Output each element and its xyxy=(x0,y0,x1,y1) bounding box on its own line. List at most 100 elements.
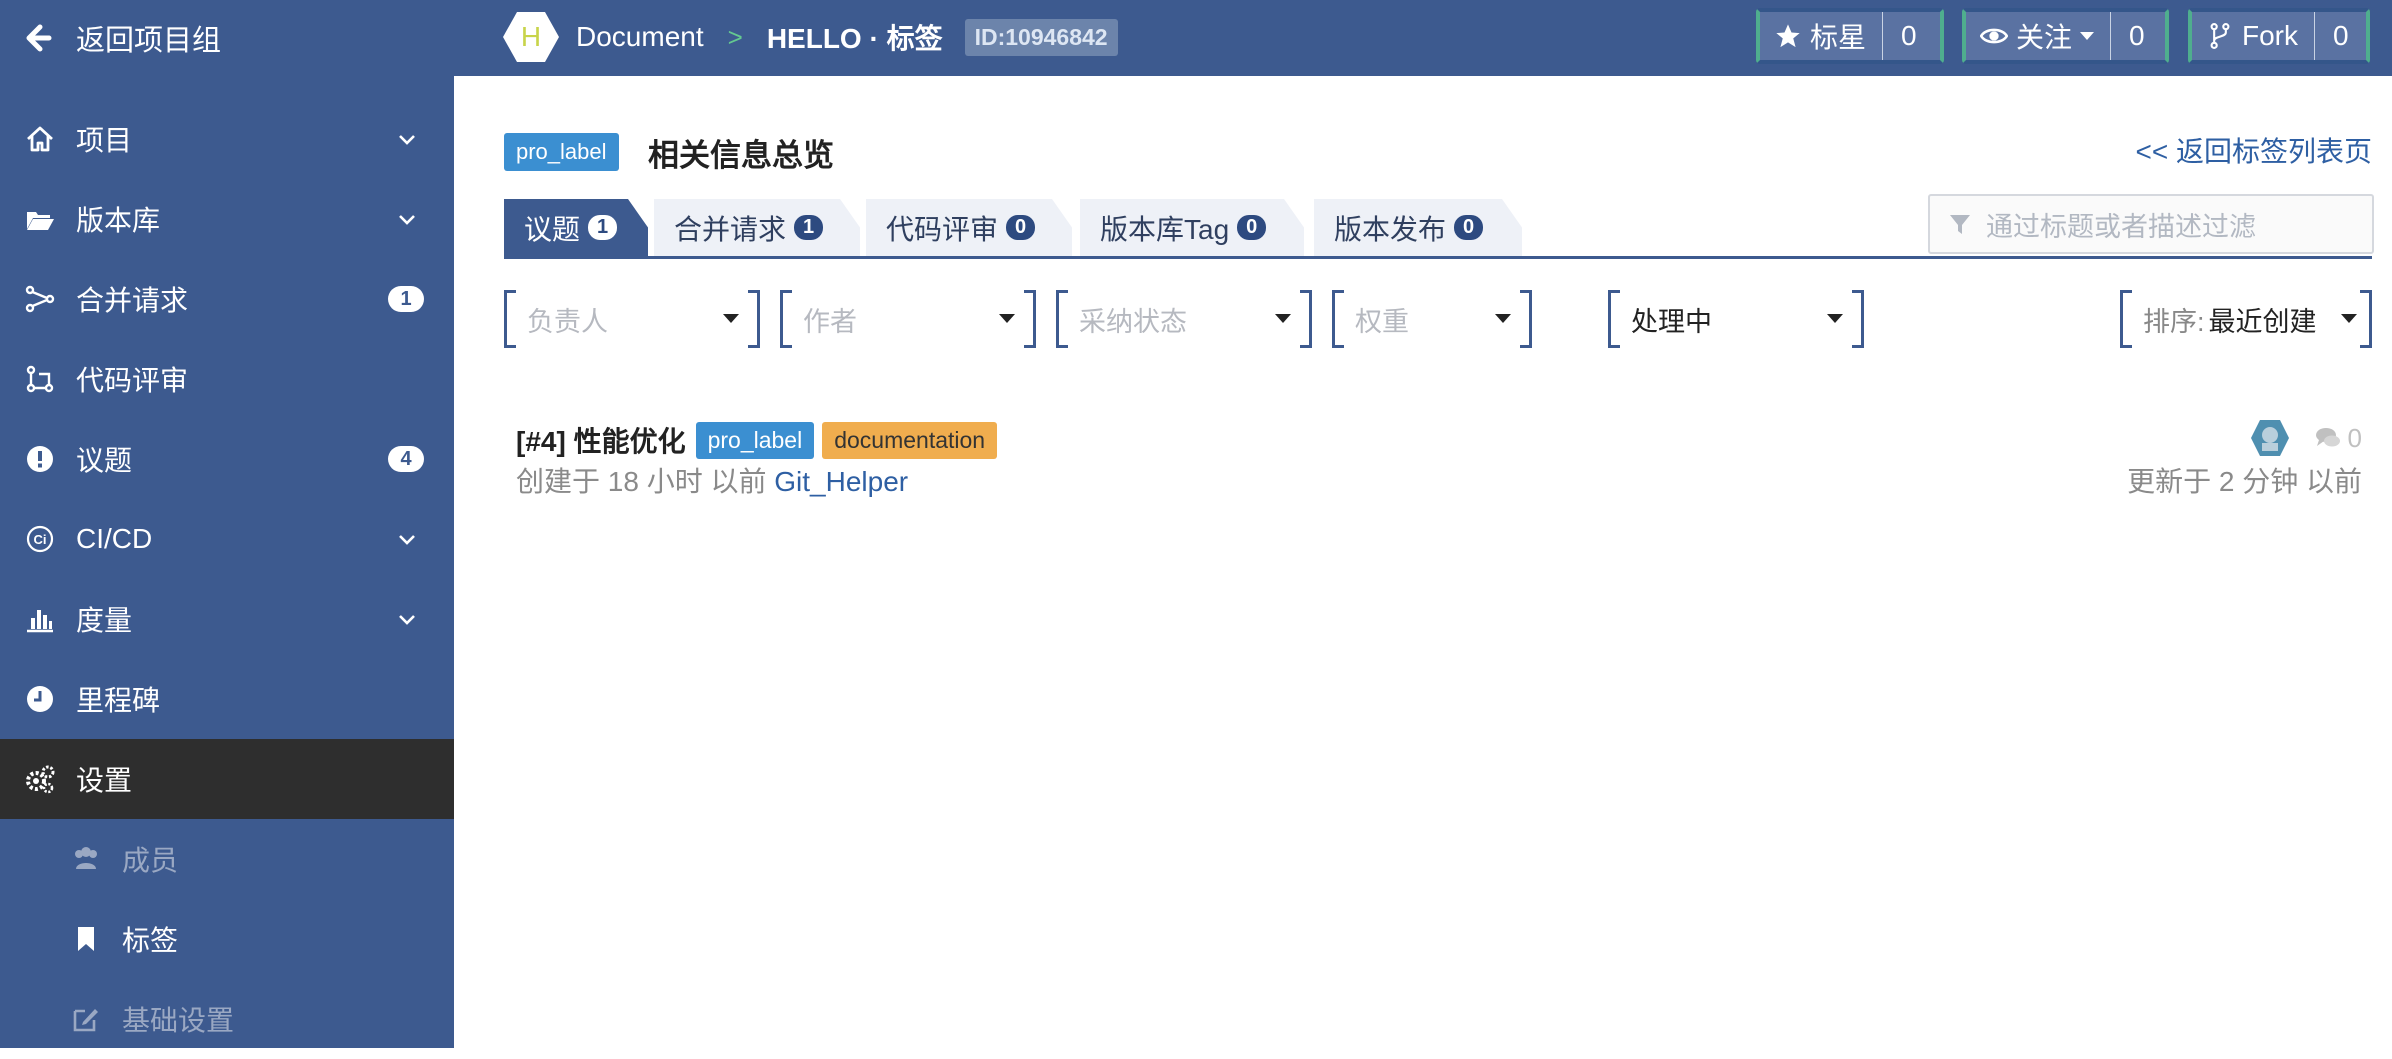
chevron-down-icon xyxy=(399,215,415,225)
issue-side-info: 0 xyxy=(2250,418,2362,458)
sidebar-item-label: 版本库 xyxy=(76,205,161,236)
svg-text:Ci: Ci xyxy=(34,532,47,547)
tab-code-review[interactable]: 代码评审 0 xyxy=(866,199,1072,256)
sidebar-item-cicd[interactable]: Ci CI/CD xyxy=(0,499,454,579)
sidebar-item-issues[interactable]: 议题 4 xyxy=(0,419,454,499)
tab-label: 合并请求 xyxy=(674,213,787,245)
sidebar-subitem-basic-settings[interactable]: 基础设置 xyxy=(0,979,454,1059)
tab-count: 0 xyxy=(1006,215,1035,240)
sidebar-item-settings[interactable]: 设置 xyxy=(0,739,454,819)
sidebar-item-code-review[interactable]: 代码评审 xyxy=(0,339,454,419)
sidebar-subitem-label: 基础设置 xyxy=(122,1005,235,1036)
back-label: 返回项目组 xyxy=(76,25,222,57)
sort-prefix: 排序: xyxy=(2143,306,2205,337)
tab-repo-tags[interactable]: 版本库Tag 0 xyxy=(1080,199,1304,256)
tab-label: 版本库Tag xyxy=(1100,213,1230,245)
svg-text:H: H xyxy=(521,21,541,52)
sidebar-item-label: 度量 xyxy=(76,605,133,636)
sidebar-item-label: 合并请求 xyxy=(76,285,189,316)
star-button[interactable]: 标星 0 xyxy=(1756,8,1944,64)
filter-input[interactable]: 通过标题或者描述过滤 xyxy=(1928,194,2374,254)
merge-request-icon xyxy=(24,283,56,315)
fork-button[interactable]: Fork 0 xyxy=(2188,8,2370,64)
bookmark-icon xyxy=(78,927,94,951)
sidebar-subitem-labels[interactable]: 标签 xyxy=(0,899,454,979)
issue-title-link[interactable]: [#4] 性能优化 xyxy=(516,420,686,460)
home-icon xyxy=(24,123,56,155)
issue-updated: 更新于 2 分钟 以前 xyxy=(2127,466,2362,497)
ci-icon: Ci xyxy=(24,523,56,555)
caret-down-icon xyxy=(723,314,739,323)
watch-button[interactable]: 关注 0 xyxy=(1962,8,2169,64)
dropdown-label: 负责人 xyxy=(527,306,608,337)
comment-count-value: 0 xyxy=(2347,422,2362,453)
count-badge: 1 xyxy=(388,286,424,312)
tab-count: 0 xyxy=(1237,215,1266,240)
eye-icon xyxy=(1980,28,2008,44)
sidebar-item-label: CI/CD xyxy=(76,523,153,554)
issue-label-chip[interactable]: documentation xyxy=(822,421,998,459)
tab-count: 0 xyxy=(1454,215,1483,240)
tab-label: 代码评审 xyxy=(886,213,999,245)
back-to-labels-link[interactable]: << 返回标签列表页 xyxy=(2136,130,2372,170)
issue-title: [#4] 性能优化 pro_label documentation xyxy=(516,420,998,460)
back-to-group-link[interactable]: 返回项目组 xyxy=(22,0,221,76)
avatar[interactable] xyxy=(2250,418,2290,458)
breadcrumb-current: HELLO · 标签 xyxy=(766,23,943,54)
tab-count: 1 xyxy=(588,215,617,240)
filter-icon xyxy=(1950,215,1970,234)
project-id-badge: ID:10946842 xyxy=(964,18,1118,56)
caret-down-icon xyxy=(1495,314,1511,323)
folder-open-icon xyxy=(24,203,56,235)
tab-releases[interactable]: 版本发布 0 xyxy=(1314,199,1522,256)
sidebar-item-milestones[interactable]: 里程碑 xyxy=(0,659,454,739)
sort-dropdown[interactable]: 排序: 最近创建 xyxy=(2120,290,2372,348)
star-label: 标星 xyxy=(1810,22,1867,53)
sidebar-subitem-members[interactable]: 成员 xyxy=(0,819,454,899)
author-dropdown[interactable]: 作者 xyxy=(780,290,1036,348)
sort-value: 最近创建 xyxy=(2208,306,2317,337)
tab-count: 1 xyxy=(794,215,823,240)
clock-icon xyxy=(24,683,56,715)
comments-icon xyxy=(2315,428,2340,447)
sidebar-item-project[interactable]: 项目 xyxy=(0,99,454,179)
label-chip: pro_label xyxy=(504,133,619,171)
status-dropdown[interactable]: 处理中 xyxy=(1608,290,1864,348)
sidebar-item-label: 里程碑 xyxy=(76,685,161,716)
sidebar-item-metrics[interactable]: 度量 xyxy=(0,579,454,659)
sidebar-item-label: 代码评审 xyxy=(76,365,189,396)
chevron-down-icon xyxy=(399,615,415,625)
issue-label-chip[interactable]: pro_label xyxy=(695,421,815,459)
sidebar-subitem-label: 标签 xyxy=(122,925,179,956)
chevron-down-icon xyxy=(399,535,415,545)
sidebar-item-merge-requests[interactable]: 合并请求 1 xyxy=(0,259,454,339)
dropdown-label: 作者 xyxy=(803,306,857,337)
sidebar-item-label: 项目 xyxy=(76,125,133,156)
breadcrumb-separator: > xyxy=(727,21,743,52)
code-review-icon xyxy=(24,363,56,395)
caret-down-icon xyxy=(999,314,1015,323)
dropdown-value: 处理中 xyxy=(1631,306,1712,337)
count-badge: 4 xyxy=(388,446,424,472)
star-icon xyxy=(1776,24,1800,48)
adoption-status-dropdown[interactable]: 采纳状态 xyxy=(1056,290,1312,348)
breadcrumb-group[interactable]: Document xyxy=(576,21,704,53)
weight-dropdown[interactable]: 权重 xyxy=(1332,290,1532,348)
tab-merge-requests[interactable]: 合并请求 1 xyxy=(654,199,860,256)
breadcrumb: Document > HELLO · 标签 ID:10946842 xyxy=(576,0,1118,74)
page-title: 相关信息总览 xyxy=(648,138,834,173)
fork-label: Fork xyxy=(2242,20,2298,51)
sidebar-item-repository[interactable]: 版本库 xyxy=(0,179,454,259)
issue-created: 创建于 18 小时 以前 xyxy=(516,466,767,497)
sidebar-item-label: 设置 xyxy=(76,765,133,796)
sidebar-item-label: 议题 xyxy=(76,445,133,476)
issue-author-link[interactable]: Git_Helper xyxy=(774,466,908,497)
tab-issues[interactable]: 议题 1 xyxy=(504,199,648,256)
assignee-dropdown[interactable]: 负责人 xyxy=(504,290,760,348)
exclamation-circle-icon xyxy=(24,443,56,475)
comment-count[interactable]: 0 xyxy=(2314,423,2362,454)
tab-label: 版本发布 xyxy=(1334,213,1447,245)
issue-meta: 创建于 18 小时 以前 Git_Helper xyxy=(516,460,908,500)
gears-icon xyxy=(24,763,56,795)
filter-placeholder: 通过标题或者描述过滤 xyxy=(1986,211,2256,242)
